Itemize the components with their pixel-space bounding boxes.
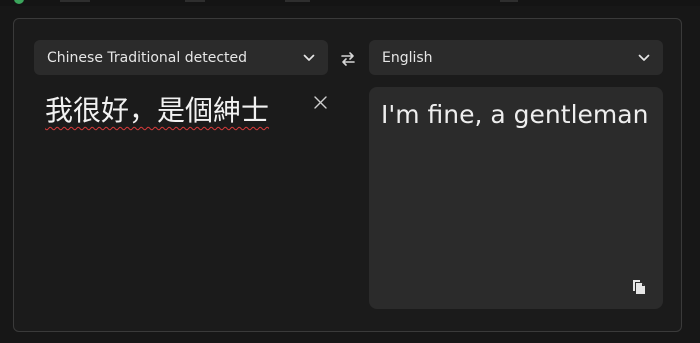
source-language-label: Chinese Traditional detected <box>47 49 248 66</box>
translation-output: I'm fine, a gentleman <box>369 87 663 309</box>
translated-text: I'm fine, a gentleman <box>381 100 649 129</box>
clear-text-button[interactable] <box>312 95 328 111</box>
source-language-select[interactable]: Chinese Traditional detected <box>34 40 328 75</box>
top-strip <box>0 0 700 6</box>
swap-languages-button[interactable] <box>338 51 358 71</box>
status-dot <box>14 0 24 4</box>
partial-text <box>500 0 518 2</box>
target-language-label: English <box>382 49 433 66</box>
translator-panel: Chinese Traditional detected English 我很好… <box>13 18 682 332</box>
target-language-select[interactable]: English <box>369 40 663 75</box>
source-text-input[interactable]: 我很好，是個紳士 <box>45 91 305 131</box>
swap-arrows-icon <box>340 51 356 71</box>
copy-icon <box>631 278 647 299</box>
copy-button[interactable] <box>629 278 649 298</box>
partial-text <box>60 0 90 2</box>
chevron-down-icon <box>302 51 316 65</box>
partial-text <box>285 0 310 2</box>
chevron-down-icon <box>637 51 651 65</box>
partial-text <box>185 0 205 2</box>
source-text: 我很好，是個紳士 <box>45 94 270 127</box>
close-icon <box>313 94 327 113</box>
